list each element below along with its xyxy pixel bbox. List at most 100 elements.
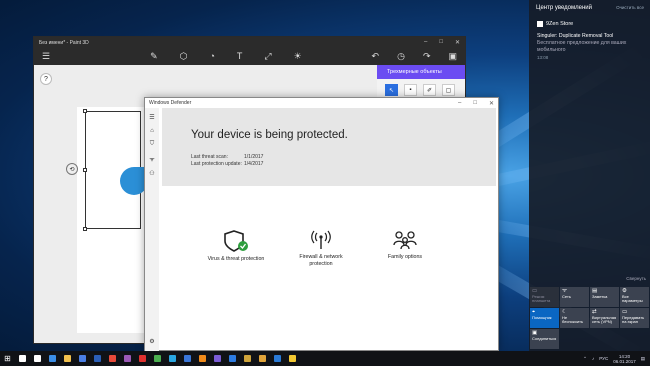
edge-icon[interactable] — [45, 351, 60, 366]
maps-icon[interactable] — [240, 351, 255, 366]
quick-action-vpn[interactable]: ⇄ Виртуальная сеть (VPN) — [590, 308, 619, 328]
tile-label: Firewall & network protection — [299, 254, 343, 267]
status-headline: Your device is being protected. — [191, 129, 348, 141]
notifications-icon[interactable]: ▤ — [641, 356, 645, 362]
app-icon[interactable] — [120, 351, 135, 366]
quick-action-note[interactable]: ▤ Заметка — [590, 287, 619, 307]
undo-icon[interactable]: ↶ — [372, 51, 380, 62]
quick-action-label: Все параметры — [622, 293, 643, 303]
quick-action-do-not-disturb[interactable]: ☾ Не беспокоить — [560, 308, 589, 328]
notification-title: Singuler: Duplicate Removal Tool — [537, 33, 614, 39]
maximize-button[interactable]: □ — [439, 39, 443, 46]
selection-handle[interactable] — [83, 109, 87, 113]
brush-icon[interactable]: ✎ — [150, 51, 158, 62]
minimize-button[interactable]: – — [424, 39, 427, 46]
paint3d-titlebar: Без имени* - Paint 3D – □ ✕ — [34, 37, 465, 48]
text-icon[interactable]: T — [237, 51, 243, 62]
language-indicator[interactable]: РУС — [599, 356, 608, 361]
emoji-icon[interactable] — [285, 351, 300, 366]
action-center-title: Центр уведомлений — [536, 5, 592, 11]
panel-title: Трехмерные объекты — [377, 65, 465, 79]
maximize-button[interactable]: □ — [473, 100, 477, 107]
paste-icon[interactable]: ▣ — [448, 51, 457, 62]
quick-action-label: Соединиться — [532, 335, 557, 341]
shape-icon[interactable]: ▢ — [442, 84, 455, 96]
status-banner: Your device is being protected. Last thr… — [162, 108, 496, 186]
defender-title: Windows Defender — [149, 100, 192, 106]
close-button[interactable]: ✕ — [455, 39, 460, 46]
photos-icon[interactable] — [225, 351, 240, 366]
edge-icon-glyph — [49, 355, 56, 362]
family-icon[interactable]: ⚇ — [149, 170, 154, 177]
chrome-icon[interactable] — [150, 351, 165, 366]
search-icon[interactable] — [15, 351, 30, 366]
chevron-up-icon[interactable]: ⌃ — [583, 356, 587, 362]
word-icon[interactable] — [90, 351, 105, 366]
redo-icon[interactable]: ↷ — [423, 51, 431, 62]
shield-check-icon — [224, 230, 248, 252]
paint3d-toolbar: ☰ ✎ ⬡ ◔ T ⤢ ☀ ↶ ◷ ↷ ▣ — [34, 48, 465, 65]
paint3d-title: Без имени* - Paint 3D — [39, 39, 89, 46]
quick-action-project[interactable]: ▭ Передавать на экран — [620, 308, 649, 328]
clear-all-link[interactable]: Очистить все — [616, 5, 644, 11]
app-icon-glyph — [124, 355, 131, 362]
model-icon[interactable]: ▪ — [404, 84, 417, 96]
defender-titlebar: Windows Defender – □ ✕ — [145, 98, 498, 108]
last-scan-label: Last threat scan: — [191, 154, 228, 160]
word-icon-glyph — [94, 355, 101, 362]
quick-action-assistant[interactable]: ⌖ Помощник — [530, 308, 559, 328]
mail-icon[interactable] — [180, 351, 195, 366]
hamburger-menu-icon[interactable]: ☰ — [149, 114, 154, 121]
firewall-tile[interactable]: Firewall & network protection — [290, 230, 352, 268]
last-update-value: 1/4/2017 — [244, 161, 264, 167]
quick-action-tablet-mode[interactable]: ▭ Режим планшета — [530, 287, 559, 307]
shield-icon[interactable]: ⛉ — [150, 141, 155, 148]
collapse-link[interactable]: Свернуть — [626, 276, 646, 281]
quick-action-all-settings[interactable]: ⚙ Все параметры — [620, 287, 649, 307]
selection-handle[interactable] — [83, 227, 87, 231]
help-button[interactable]: ? — [40, 73, 52, 85]
home-icon[interactable]: ⌂ — [150, 128, 154, 134]
selection-handle[interactable] — [83, 168, 87, 172]
notification-card[interactable]: Singuler: Duplicate Removal Tool Бесплат… — [537, 33, 644, 61]
menu-icon[interactable]: ☰ — [42, 51, 50, 62]
quick-action-network[interactable]: ᯤ Сеть — [560, 287, 589, 307]
quick-actions-grid: ▭ Режим планшета ᯤ Сеть ▤ Заметка ⚙ Все пара… — [530, 287, 649, 349]
media-icon-glyph — [109, 355, 116, 362]
minimize-button[interactable]: – — [458, 100, 461, 107]
task-view-icon[interactable] — [30, 351, 45, 366]
select-pointer-icon[interactable]: ↖ — [385, 84, 398, 96]
explorer-icon[interactable] — [60, 351, 75, 366]
antenna-icon[interactable]: ᯤ — [149, 155, 154, 163]
rotate-handle-icon[interactable]: ⟲ — [66, 163, 78, 175]
skype-icon[interactable] — [165, 351, 180, 366]
history-icon[interactable]: ◷ — [397, 51, 405, 62]
start-button[interactable]: ⊞ — [0, 354, 15, 363]
volume-icon[interactable]: ♪ — [592, 356, 594, 361]
antenna-icon — [311, 230, 331, 249]
doodle-icon[interactable]: ✐ — [423, 84, 436, 96]
canvas-icon[interactable]: ⤢ — [264, 51, 271, 62]
effects-icon[interactable]: ☀ — [294, 51, 302, 62]
task-view-icon-glyph — [34, 355, 41, 362]
clock[interactable]: 14:20 06.01.2017 — [613, 354, 636, 364]
defender-icon[interactable] — [270, 351, 285, 366]
quick-action-connect[interactable]: ▣ Соединиться — [530, 329, 559, 349]
paint3d-icon[interactable] — [255, 351, 270, 366]
mail-icon-glyph — [184, 355, 191, 362]
stickers-icon[interactable]: ◔ — [209, 51, 214, 62]
opera-icon-glyph — [139, 355, 146, 362]
opera-icon[interactable] — [135, 351, 150, 366]
media-icon[interactable] — [105, 351, 120, 366]
last-scan-row: Last threat scan: 1/1/2017 — [191, 154, 263, 160]
settings-gear-icon[interactable]: ⚙ — [149, 338, 154, 345]
close-button[interactable]: ✕ — [489, 100, 494, 107]
vlc-icon[interactable] — [195, 351, 210, 366]
taskbar: ⊞ ⌃ ♪ РУС 14:20 06.01.2017 ▤ — [0, 351, 650, 366]
viber-icon[interactable] — [210, 351, 225, 366]
family-options-tile[interactable]: Family options — [380, 230, 430, 261]
virus-threat-tile[interactable]: Virus & threat protection — [200, 230, 272, 263]
notification-app-header[interactable]: 9Zen Store — [537, 21, 650, 27]
3d-shapes-icon[interactable]: ⬡ — [180, 51, 188, 62]
store-icon[interactable] — [75, 351, 90, 366]
